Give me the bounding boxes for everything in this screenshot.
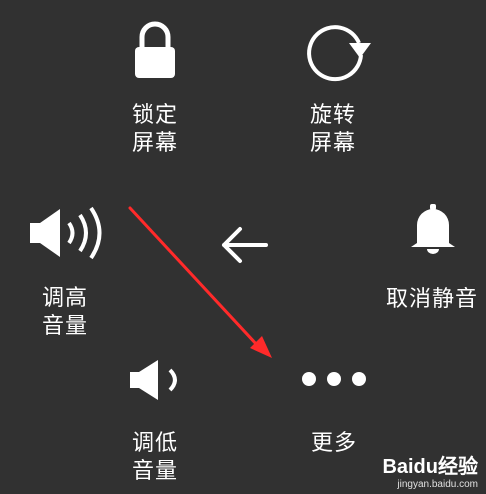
annotation-arrow bbox=[128, 206, 272, 358]
assistive-touch-menu: 锁定 屏幕 旋转 屏幕 调高 音量 取消静音 调低 音量 更多 Baidu经验 … bbox=[0, 0, 486, 494]
watermark-logo: Baidu经验 bbox=[382, 456, 478, 478]
watermark-url: jingyan.baidu.com bbox=[397, 479, 478, 490]
baidu-watermark: Baidu经验 jingyan.baidu.com bbox=[382, 450, 478, 490]
